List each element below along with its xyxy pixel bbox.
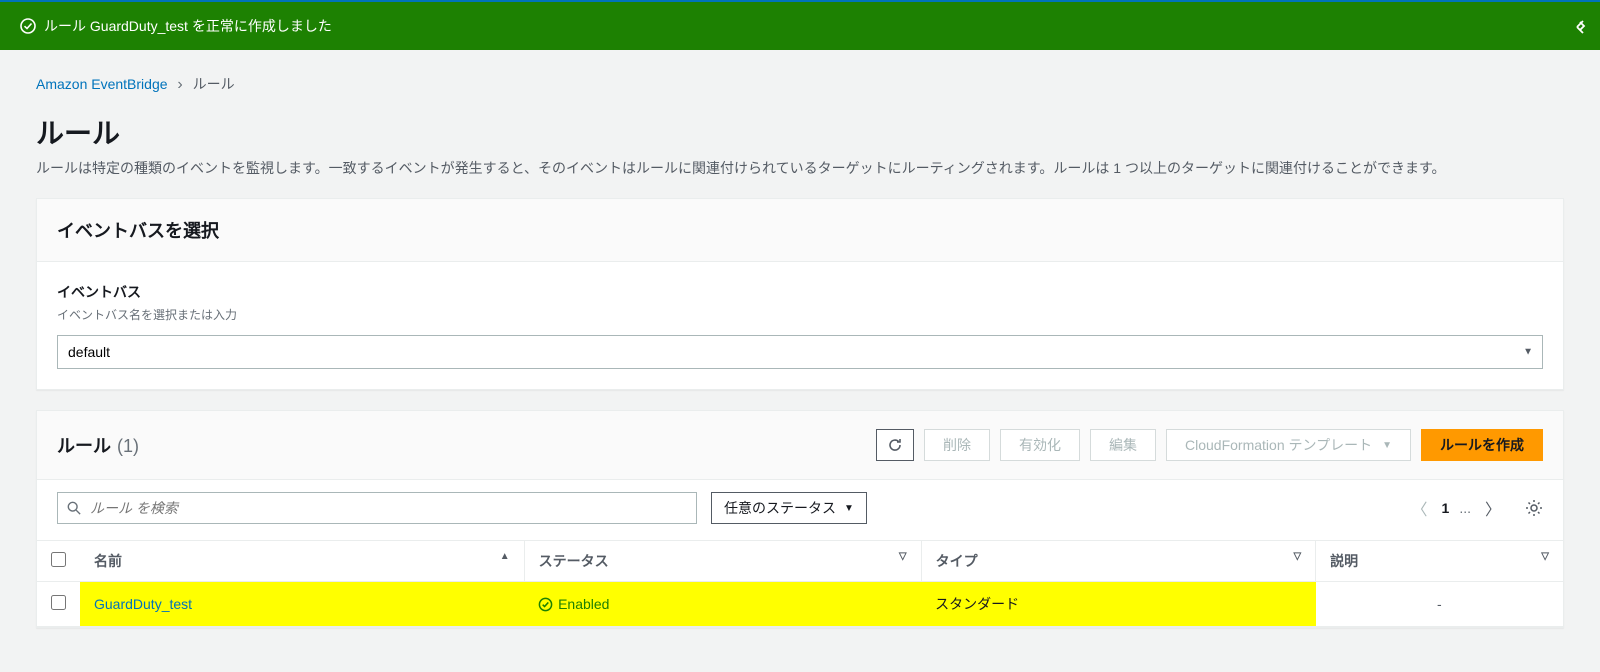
cell-name[interactable]: GuardDuty_test (80, 582, 524, 627)
breadcrumb: Amazon EventBridge › ルール (36, 74, 1564, 94)
search-icon (67, 501, 81, 515)
cell-description: - (1316, 582, 1563, 627)
close-icon[interactable] (1574, 20, 1588, 32)
refresh-button[interactable] (876, 429, 914, 461)
chevron-right-icon: › (177, 76, 182, 93)
create-rule-button[interactable]: ルールを作成 (1421, 429, 1543, 461)
page-prev-button[interactable]: 〈 (1408, 492, 1432, 524)
cell-type: スタンダード (921, 582, 1316, 627)
pagination: 〈 1 ... 〉 (1408, 492, 1544, 524)
rules-table: 名前▲ ステータス▽ タイプ▽ 説明▽ GuardDuty_test Enabl… (37, 540, 1563, 627)
gear-icon (1525, 499, 1543, 517)
event-bus-select[interactable]: default (57, 335, 1543, 369)
cloudformation-button[interactable]: CloudFormation テンプレート ▼ (1166, 429, 1411, 461)
caret-down-icon: ▼ (1382, 440, 1392, 451)
page-ellipsis: ... (1459, 500, 1471, 516)
select-all-checkbox[interactable] (51, 552, 66, 567)
page-next-button[interactable]: 〉 (1481, 492, 1505, 524)
breadcrumb-current: ルール (193, 76, 235, 92)
col-description[interactable]: 説明▽ (1316, 541, 1563, 582)
event-bus-panel-title: イベントバスを選択 (57, 217, 1543, 243)
page-title: ルール (36, 112, 1564, 152)
edit-button[interactable]: 編集 (1090, 429, 1156, 461)
sort-icon: ▽ (899, 551, 907, 562)
refresh-icon (887, 437, 903, 453)
cell-status: Enabled (524, 582, 921, 627)
col-type[interactable]: タイプ▽ (921, 541, 1316, 582)
page-description: ルールは特定の種類のイベントを監視します。一致するイベントが発生すると、そのイベ… (36, 158, 1564, 178)
breadcrumb-service-link[interactable]: Amazon EventBridge (36, 76, 168, 92)
page-number: 1 (1442, 500, 1450, 516)
event-bus-panel: イベントバスを選択 イベントバス イベントバス名を選択または入力 default… (36, 198, 1564, 390)
flash-message: ルール GuardDuty_test を正常に作成しました (44, 16, 332, 36)
row-checkbox[interactable] (51, 595, 66, 610)
sort-icon: ▽ (1541, 551, 1549, 562)
rules-panel: ルール (1) 削除 有効化 編集 CloudFormation テンプレート … (36, 410, 1564, 628)
table-row[interactable]: GuardDuty_test Enabled スタンダード - (37, 582, 1563, 627)
status-enabled-icon (538, 597, 553, 612)
event-bus-field-hint: イベントバス名を選択または入力 (57, 306, 1543, 323)
caret-down-icon: ▼ (844, 503, 854, 514)
rules-panel-title: ルール (57, 432, 111, 458)
status-filter-dropdown[interactable]: 任意のステータス ▼ (711, 492, 867, 524)
sort-asc-icon: ▲ (500, 551, 510, 562)
enable-button[interactable]: 有効化 (1000, 429, 1080, 461)
success-flash: ルール GuardDuty_test を正常に作成しました (0, 2, 1600, 50)
rules-count: (1) (117, 436, 139, 457)
check-circle-icon (20, 18, 36, 34)
event-bus-field-label: イベントバス (57, 282, 1543, 302)
col-status[interactable]: ステータス▽ (524, 541, 921, 582)
search-input[interactable] (57, 492, 697, 524)
col-name[interactable]: 名前▲ (80, 541, 524, 582)
sort-icon: ▽ (1293, 551, 1301, 562)
settings-button[interactable] (1525, 499, 1543, 517)
delete-button[interactable]: 削除 (924, 429, 990, 461)
